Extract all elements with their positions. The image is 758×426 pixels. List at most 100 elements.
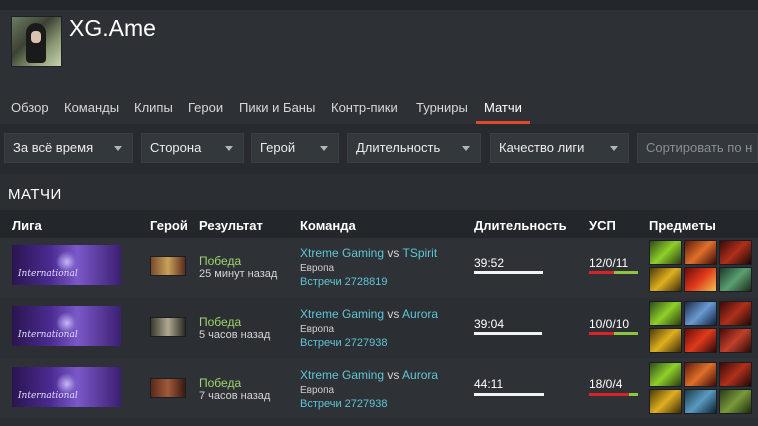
item-icon[interactable]	[719, 301, 752, 326]
item-icon[interactable]	[649, 267, 682, 292]
item-icon[interactable]	[719, 362, 752, 387]
item-icon[interactable]	[649, 389, 682, 414]
item-icon[interactable]	[684, 389, 717, 414]
match-duration: 39:52	[474, 256, 505, 270]
col-header-team[interactable]: Команда	[300, 218, 356, 233]
kda-bar	[589, 332, 638, 335]
chevron-down-icon	[225, 146, 233, 151]
kda-bar-deaths	[589, 271, 614, 274]
league-banner[interactable]: International	[12, 367, 121, 407]
match-duration: 44:11	[474, 377, 504, 391]
match-result[interactable]: Победа	[199, 376, 241, 390]
duration-bar	[474, 393, 544, 396]
side-filter-select[interactable]: Сторона	[141, 133, 244, 163]
hero-portrait[interactable]	[150, 378, 186, 398]
opponent-link[interactable]: Aurora	[402, 307, 438, 321]
hero-filter-select[interactable]: Герой	[251, 133, 339, 163]
duration-bar	[474, 271, 543, 274]
tab-clips[interactable]: Клипы	[134, 92, 173, 124]
match-region: Европа	[300, 324, 335, 335]
time-filter-select[interactable]: За всё время	[4, 133, 133, 163]
item-icon[interactable]	[684, 328, 717, 353]
vs-label: vs	[387, 368, 400, 382]
col-header-duration[interactable]: Длительность	[474, 218, 567, 233]
profile-nav: Обзор Команды Клипы Герои Пики и Баны Ко…	[0, 92, 758, 124]
col-header-items[interactable]: Предметы	[649, 218, 716, 233]
match-result[interactable]: Победа	[199, 254, 241, 268]
match-region: Европа	[300, 385, 335, 396]
tab-overview[interactable]: Обзор	[11, 92, 49, 124]
vs-label: vs	[387, 307, 400, 321]
sort-input[interactable]: Сортировать по н	[637, 133, 758, 163]
item-icon[interactable]	[719, 328, 752, 353]
match-time-ago: 5 часов назад	[199, 329, 271, 341]
match-time-ago: 25 минут назад	[199, 268, 278, 280]
chevron-down-icon	[462, 146, 470, 151]
side-filter-label: Сторона	[150, 140, 202, 155]
chevron-down-icon	[610, 146, 618, 151]
match-duration: 39:04	[474, 317, 505, 331]
item-icon[interactable]	[719, 389, 752, 414]
tab-matches[interactable]: Матчи	[484, 92, 522, 124]
tab-tournaments[interactable]: Турниры	[416, 92, 468, 124]
league-quality-filter-label: Качество лиги	[499, 140, 585, 155]
sort-placeholder: Сортировать по н	[646, 140, 753, 155]
kda-bar	[589, 271, 638, 274]
item-icon[interactable]	[649, 301, 682, 326]
top-bar	[0, 0, 758, 10]
col-header-result[interactable]: Результат	[199, 218, 263, 233]
tab-heroes[interactable]: Герои	[188, 92, 223, 124]
table-header: Лига Герой Результат Команда Длительност…	[0, 210, 758, 238]
col-header-hero[interactable]: Герой	[150, 218, 188, 233]
item-icon[interactable]	[649, 328, 682, 353]
series-link[interactable]: Встречи 2727938	[300, 398, 388, 410]
hero-filter-label: Герой	[260, 140, 296, 155]
kda-bar	[589, 393, 638, 396]
duration-filter-select[interactable]: Длительность	[347, 133, 481, 163]
col-header-kda[interactable]: УСП	[589, 218, 616, 233]
hero-portrait[interactable]	[150, 256, 186, 276]
series-link[interactable]: Встречи 2727938	[300, 337, 388, 349]
league-banner-text: International	[18, 269, 78, 279]
kda-bar-deaths	[589, 393, 629, 396]
items-grid	[649, 362, 753, 416]
tab-teams[interactable]: Команды	[64, 92, 119, 124]
item-icon[interactable]	[719, 240, 752, 265]
opponent-link[interactable]: Aurora	[402, 368, 438, 382]
match-region: Европа	[300, 263, 335, 274]
item-icon[interactable]	[684, 362, 717, 387]
team-link[interactable]: Xtreme Gaming	[300, 307, 384, 321]
item-icon[interactable]	[684, 301, 717, 326]
chevron-down-icon	[320, 146, 328, 151]
match-result[interactable]: Победа	[199, 315, 241, 329]
items-grid	[649, 240, 753, 294]
team-link[interactable]: Xtreme Gaming	[300, 246, 384, 260]
items-grid	[649, 301, 753, 355]
kda-bar-deaths	[589, 332, 614, 335]
league-banner-text: International	[18, 330, 78, 340]
team-link[interactable]: Xtreme Gaming	[300, 368, 384, 382]
league-banner[interactable]: International	[12, 306, 121, 346]
league-banner-text: International	[18, 391, 78, 401]
match-teams: Xtreme Gaming vs Aurora	[300, 307, 438, 321]
tab-counter-picks[interactable]: Контр-пики	[331, 92, 398, 124]
player-avatar[interactable]	[11, 16, 62, 67]
item-icon[interactable]	[649, 362, 682, 387]
series-link[interactable]: Встречи 2728819	[300, 276, 388, 288]
time-filter-label: За всё время	[13, 140, 94, 155]
item-icon[interactable]	[684, 240, 717, 265]
item-icon[interactable]	[719, 267, 752, 292]
hero-portrait[interactable]	[150, 317, 186, 337]
kda-value: 18/0/4	[589, 377, 623, 391]
col-header-league[interactable]: Лига	[12, 218, 42, 233]
duration-bar	[474, 332, 542, 335]
match-teams: Xtreme Gaming vs Aurora	[300, 368, 438, 382]
item-icon[interactable]	[684, 267, 717, 292]
league-quality-filter-select[interactable]: Качество лиги	[490, 133, 629, 163]
item-icon[interactable]	[649, 240, 682, 265]
match-time-ago: 7 часов назад	[199, 390, 271, 402]
opponent-link[interactable]: TSpirit	[403, 246, 438, 260]
duration-filter-label: Длительность	[356, 140, 441, 155]
league-banner[interactable]: International	[12, 245, 121, 285]
tab-picks-bans[interactable]: Пики и Баны	[239, 92, 315, 124]
